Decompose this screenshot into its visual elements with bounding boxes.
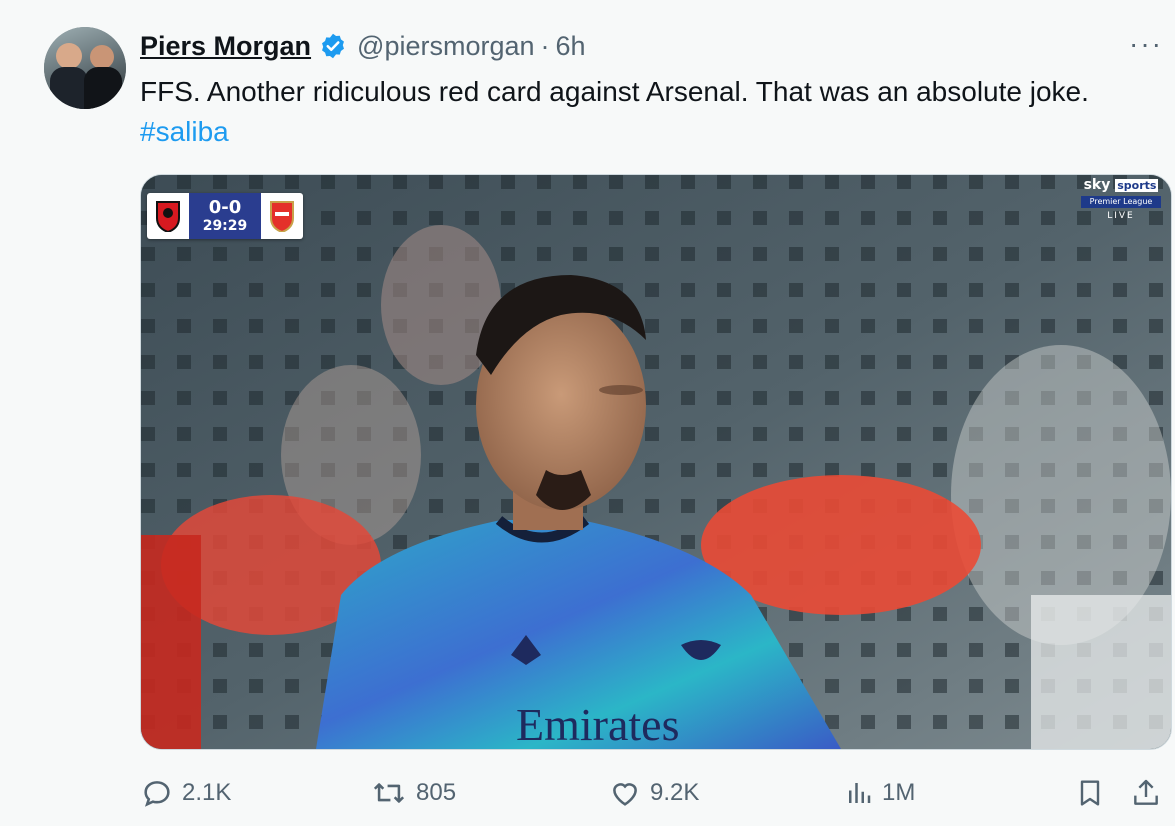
- shirt-sponsor-text: Emirates: [516, 699, 680, 749]
- hashtag-link[interactable]: #saliba: [140, 116, 229, 147]
- heart-icon: [613, 783, 637, 806]
- timestamp[interactable]: 6h: [556, 31, 586, 62]
- match-score: 0-0: [208, 197, 242, 218]
- reply-count: 2.1K: [182, 779, 232, 806]
- like-button[interactable]: 9.2K: [608, 770, 699, 816]
- match-clock: 29:29: [202, 218, 248, 234]
- author-handle[interactable]: @piersmorgan: [357, 31, 534, 62]
- more-options-icon[interactable]: ···: [1129, 30, 1163, 58]
- repost-button[interactable]: 805: [370, 770, 456, 816]
- tweet-text: FFS. Another ridiculous red card against…: [140, 72, 1140, 152]
- bookmark-icon: [1080, 780, 1100, 806]
- broadcaster-suffix: sports: [1115, 179, 1159, 192]
- scoreboard: 0-0 29:29: [147, 193, 303, 239]
- reply-button[interactable]: 2.1K: [140, 770, 231, 816]
- share-button[interactable]: [1130, 770, 1170, 816]
- views-button[interactable]: 1M: [844, 770, 915, 816]
- analytics-icon: [849, 783, 871, 803]
- share-icon: [1134, 779, 1158, 805]
- tweet-body: FFS. Another ridiculous red card against…: [140, 76, 1089, 107]
- verified-badge-icon: [319, 32, 347, 60]
- bournemouth-crest-icon: [147, 193, 189, 239]
- broadcaster-brand: sky: [1083, 177, 1111, 193]
- repost-count: 805: [416, 779, 457, 806]
- repost-icon: [373, 783, 405, 803]
- reply-icon: [144, 781, 170, 807]
- separator-dot: ·: [540, 30, 550, 61]
- avatar[interactable]: [44, 27, 126, 109]
- bookmark-button[interactable]: [1074, 770, 1114, 816]
- broadcaster-sub: Premier League: [1081, 196, 1161, 208]
- action-bar: 2.1K 805 9.2K 1M: [140, 770, 1170, 816]
- tweet-header: Piers Morgan @piersmorgan · 6h: [140, 28, 586, 64]
- tweet-media[interactable]: Emirates 0-0 29:29 sky sports Premier Le…: [140, 174, 1172, 750]
- view-count: 1M: [882, 779, 916, 806]
- author-name[interactable]: Piers Morgan: [140, 31, 311, 62]
- arsenal-crest-icon: [261, 193, 303, 239]
- like-count: 9.2K: [650, 779, 700, 806]
- live-label: LIVE: [1107, 211, 1135, 221]
- match-photo: Emirates: [141, 175, 1171, 749]
- broadcaster-logo: sky sports Premier League LIVE: [1077, 177, 1165, 227]
- tweet[interactable]: Piers Morgan @piersmorgan · 6h ··· FFS. …: [0, 0, 1175, 826]
